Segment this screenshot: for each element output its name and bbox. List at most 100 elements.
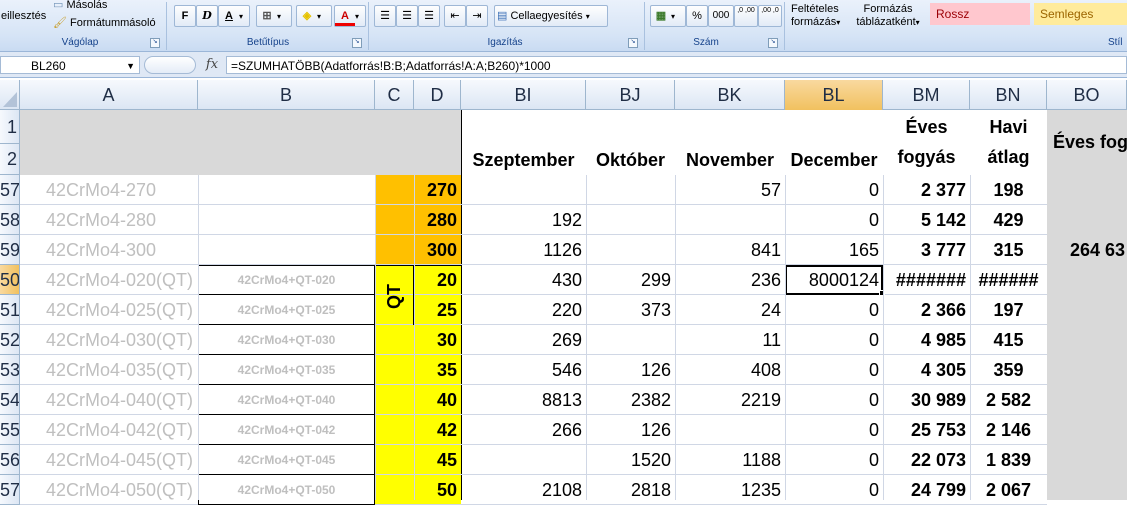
header-monthly-1[interactable]: Havi [970, 112, 1047, 142]
cell-bm[interactable]: ####### [883, 265, 970, 295]
cell-bi[interactable]: 266 [461, 415, 586, 445]
cell-bl[interactable]: 0 [785, 205, 883, 235]
decrease-indent-button[interactable]: ⇤ [444, 5, 466, 27]
cell-bk[interactable]: 11 [675, 325, 785, 355]
cell-bo[interactable] [1047, 295, 1127, 325]
merge-cells-button[interactable]: ▤ Cellaegyesítés ▾ [494, 5, 608, 27]
style-neutral[interactable]: Semleges [1034, 3, 1127, 25]
italic-button[interactable]: D [196, 5, 218, 27]
cell-bk[interactable] [675, 415, 785, 445]
cell-d[interactable]: 40 [414, 385, 461, 415]
row-header[interactable]: 59 [0, 235, 20, 265]
cell-a[interactable]: 42CrMo4-030(QT) [20, 325, 198, 355]
cell-d[interactable]: 30 [414, 325, 461, 355]
cell-c[interactable] [375, 445, 414, 475]
cell-d[interactable]: 300 [414, 235, 461, 265]
cell-b[interactable] [198, 205, 375, 235]
column-header-a[interactable]: A [20, 80, 198, 110]
cell-bn[interactable]: 315 [970, 235, 1047, 265]
header-annual-consumption[interactable]: Éves fog [1047, 127, 1127, 157]
clipboard-launcher-icon[interactable]: ↘ [150, 38, 160, 48]
cell-bj[interactable]: 1520 [586, 445, 675, 475]
row-header[interactable]: 56 [0, 445, 20, 475]
cell-bo[interactable] [1047, 445, 1127, 475]
column-header-bl[interactable]: BL [785, 80, 883, 110]
cell-b[interactable]: 42CrMo4+QT-025 [198, 295, 375, 325]
cell-bj[interactable]: 126 [586, 355, 675, 385]
cell-a[interactable]: 42CrMo4-270 [20, 175, 198, 205]
cell-bm[interactable]: 24 799 [883, 475, 970, 505]
cell-bo[interactable] [1047, 205, 1127, 235]
cell-bk[interactable]: 408 [675, 355, 785, 385]
row-header[interactable]: 51 [0, 295, 20, 325]
cell-a[interactable]: 42CrMo4-050(QT) [20, 475, 198, 505]
header-monthly-2[interactable]: átlag [970, 142, 1047, 172]
cell-b[interactable]: 42CrMo4+QT-050 [198, 475, 375, 505]
cell-bl[interactable]: 0 [785, 355, 883, 385]
cell-a[interactable]: 42CrMo4-280 [20, 205, 198, 235]
cell-b[interactable]: 42CrMo4+QT-035 [198, 355, 375, 385]
cell-a[interactable]: 42CrMo4-035(QT) [20, 355, 198, 385]
cell-c[interactable] [375, 205, 414, 235]
cell-bn[interactable]: 359 [970, 355, 1047, 385]
cell-bj[interactable]: 2382 [586, 385, 675, 415]
fill-color-button[interactable]: ◈ ▾ [296, 5, 332, 27]
row-header[interactable]: 53 [0, 355, 20, 385]
cell-c[interactable] [375, 175, 414, 205]
cell-bo[interactable] [1047, 265, 1127, 295]
cell-bj[interactable] [586, 235, 675, 265]
cell-bo[interactable]: 264 63 [1047, 235, 1127, 265]
column-header-bo[interactable]: BO [1047, 80, 1127, 110]
cell-bn[interactable]: 198 [970, 175, 1047, 205]
cell-d[interactable]: 50 [414, 475, 461, 505]
row-header[interactable]: 50 [0, 265, 20, 295]
cell-bk[interactable]: 1188 [675, 445, 785, 475]
cell-bm[interactable]: 2 377 [883, 175, 970, 205]
chevron-down-icon[interactable]: ▼ [126, 57, 135, 75]
header-november[interactable]: November [675, 145, 785, 175]
cell-bo[interactable] [1047, 355, 1127, 385]
column-header-bi[interactable]: BI [461, 80, 586, 110]
cell-d[interactable]: 25 [414, 295, 461, 325]
cell-bj[interactable] [586, 175, 675, 205]
cell-bo[interactable] [1047, 325, 1127, 355]
thousands-separator-button[interactable]: 000 [708, 5, 734, 27]
name-box-splitter[interactable] [144, 56, 196, 74]
cell-bk[interactable]: 24 [675, 295, 785, 325]
cell-b[interactable] [198, 235, 375, 265]
format-painter-button[interactable]: 🖌 Formátummásoló [52, 12, 157, 34]
cell-bi[interactable]: 430 [461, 265, 586, 295]
cell-bi[interactable]: 546 [461, 355, 586, 385]
cell-bl[interactable]: 0 [785, 295, 883, 325]
cell-bm[interactable]: 2 366 [883, 295, 970, 325]
cell-bk[interactable]: 841 [675, 235, 785, 265]
cell-bl[interactable]: 0 [785, 325, 883, 355]
cell-a[interactable]: 42CrMo4-025(QT) [20, 295, 198, 325]
column-header-b[interactable]: B [198, 80, 375, 110]
cell-b[interactable]: 42CrMo4+QT-042 [198, 415, 375, 445]
cell-bk[interactable]: 236 [675, 265, 785, 295]
cell-bk[interactable]: 1235 [675, 475, 785, 505]
header-annual-2[interactable]: fogyás [883, 142, 970, 172]
cell-d[interactable]: 42 [414, 415, 461, 445]
column-header-bn[interactable]: BN [970, 80, 1047, 110]
cell-d[interactable]: 270 [414, 175, 461, 205]
cell-bk[interactable] [675, 205, 785, 235]
cell-bi[interactable] [461, 445, 586, 475]
row-header[interactable]: 52 [0, 325, 20, 355]
cell-c[interactable] [375, 415, 414, 445]
cell-bi[interactable]: 269 [461, 325, 586, 355]
cell-bj[interactable]: 2818 [586, 475, 675, 505]
cell-bj[interactable] [586, 205, 675, 235]
column-header-bm[interactable]: BM [883, 80, 970, 110]
cell-c[interactable] [375, 325, 414, 355]
cell-bo[interactable] [1047, 175, 1127, 205]
alignment-launcher-icon[interactable]: ↘ [628, 38, 638, 48]
cell-c[interactable] [375, 385, 414, 415]
cell-a[interactable]: 42CrMo4-042(QT) [20, 415, 198, 445]
cell-bi[interactable]: 1126 [461, 235, 586, 265]
cell-bl[interactable]: 0 [785, 385, 883, 415]
currency-button[interactable]: ▦ ▾ [650, 5, 686, 27]
column-header-bk[interactable]: BK [675, 80, 785, 110]
select-all-corner[interactable] [0, 80, 20, 110]
